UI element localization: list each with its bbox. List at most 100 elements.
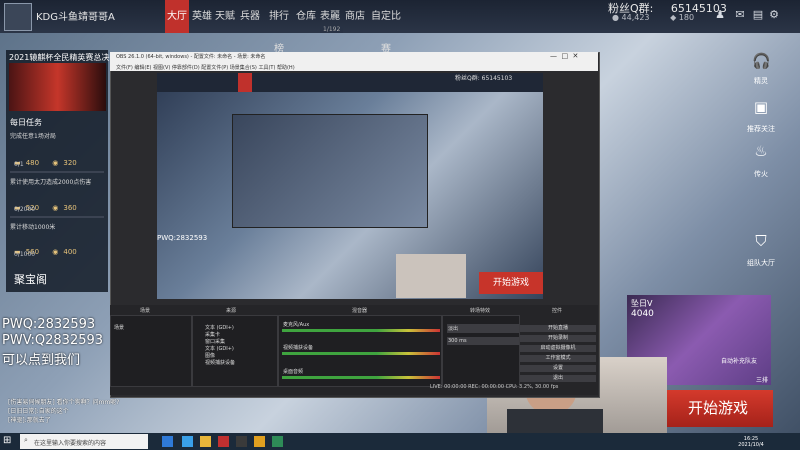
coin-icon: ●	[612, 13, 619, 22]
chat-box: [伤害易伺候朋友] 看你个狗啊？问mm呢? [日旧日常]:自家的这个 [神驱]:…	[8, 397, 268, 433]
streamer-body	[507, 409, 603, 435]
nav-tab-weapons[interactable]: 兵器	[240, 0, 260, 33]
audio-meter	[282, 376, 440, 379]
source-item[interactable]: 文本 (GDI+)	[205, 324, 277, 331]
clock-date: 2021/10/4	[738, 442, 764, 448]
app-icon[interactable]	[218, 436, 229, 447]
overlay-line-3: 可以点到我们	[2, 353, 81, 368]
obs-status-bar: LIVE: 00:00:00 REC: 00:00:00 CPU: 3.2%, …	[430, 384, 559, 390]
nav-tab-heroes[interactable]: 英雄	[192, 0, 212, 33]
scene-item[interactable]: 场景	[114, 324, 191, 331]
start-game-button[interactable]: 开始游戏	[663, 390, 773, 427]
preview-fans-text: 粉丝Q群: 65145103	[455, 75, 513, 82]
auto-fill-teammates[interactable]: 自动补充队友	[721, 356, 757, 365]
studio-mode-button[interactable]: 工作室模式	[520, 355, 596, 362]
audio-meter	[282, 329, 440, 332]
treasure-pavilion-button[interactable]: 聚宝阁	[14, 271, 47, 287]
event-banner[interactable]	[9, 63, 106, 111]
nav-tab-custom-match[interactable]: 自定比赛	[370, 0, 402, 55]
player-name: KDG斗鱼靖哥哥A	[36, 12, 115, 23]
divider	[10, 171, 104, 173]
team-icon[interactable]: ⛉	[752, 232, 770, 250]
divider	[10, 216, 104, 218]
token-icon: ◉	[52, 204, 59, 212]
app-icon[interactable]	[272, 436, 283, 447]
dock-title-sources: 来源	[226, 308, 237, 314]
transition-duration[interactable]: 300 ms	[447, 337, 519, 345]
windows-start-icon[interactable]: ⊞	[3, 435, 15, 447]
settings-gear-icon[interactable]: ⚙	[768, 9, 780, 21]
message-icon[interactable]: ▤	[752, 9, 764, 21]
window-controls[interactable]: — □ ✕	[550, 52, 578, 60]
gem-value: 180	[678, 13, 695, 22]
task-3-reward-b: 400	[63, 248, 77, 256]
settings-button[interactable]: 设置	[520, 365, 596, 372]
right-item-team-lobby[interactable]: 组队大厅	[736, 258, 786, 268]
search-icon: ⌕	[24, 436, 28, 444]
game-app-icon[interactable]	[254, 436, 265, 447]
rank-label: 坠日V	[631, 299, 653, 308]
nav-tab-leaderboard[interactable]: 排行榜	[265, 0, 293, 55]
right-item-follow[interactable]: 推荐关注	[736, 124, 786, 134]
token-icon: ◉	[52, 248, 59, 256]
headset-icon[interactable]: 🎧	[752, 52, 771, 70]
mail-icon[interactable]: ✉	[734, 9, 746, 21]
task-2-text: 累计使用太刀造成2000点伤害	[10, 179, 92, 186]
edge-icon[interactable]	[182, 436, 193, 447]
task-2-reward-b: 360	[63, 204, 77, 212]
source-item[interactable]: 图像	[205, 352, 277, 359]
player-avatar[interactable]	[4, 3, 32, 31]
preview-active-tab	[238, 73, 252, 92]
source-item[interactable]: 窗口采集	[205, 338, 277, 345]
sources-dock[interactable]: 文本 (GDI+) 采集卡 窗口采集 文本 (GDI+) 图像 视频捕获设备	[192, 315, 278, 387]
nav-tab-shop[interactable]: 商店	[345, 0, 365, 33]
dock-title-controls: 控件	[552, 308, 563, 314]
task-view-icon[interactable]	[162, 436, 173, 447]
audio-meter	[282, 352, 440, 355]
source-item[interactable]: 视频捕获设备	[205, 359, 277, 366]
task-3-progress: 0/1000	[14, 251, 36, 258]
coin-value: 44,423	[621, 13, 650, 22]
currency-row: ● 44,423 ◆ 180	[612, 13, 694, 22]
preview-webcam	[396, 254, 466, 298]
close-icon[interactable]: ✕	[573, 52, 579, 60]
nav-tab-storage[interactable]: 仓库	[296, 0, 316, 33]
right-item-elf[interactable]: 精灵	[736, 76, 786, 86]
transitions-dock[interactable]: 淡出 300 ms	[442, 315, 520, 387]
task-1-reward-a: 480	[25, 159, 40, 167]
obs-menu[interactable]: 文件(F) 编辑(E) 视图(V) 停靠部件(D) 配置文件(P) 场景集合(S…	[116, 64, 295, 71]
obs-app-icon[interactable]	[236, 436, 247, 447]
friends-icon[interactable]: ♟	[714, 9, 726, 21]
nav-tab-talents[interactable]: 天赋	[215, 0, 235, 33]
start-recording-button[interactable]: 开始录制	[520, 335, 596, 342]
virtual-camera-button[interactable]: 启动虚拟摄像机	[520, 345, 596, 352]
camera-icon[interactable]: ▣	[752, 98, 770, 116]
preview-start-game: 开始游戏	[479, 272, 543, 294]
source-item[interactable]: 文本 (GDI+)	[205, 345, 277, 352]
transition-select[interactable]: 淡出	[447, 324, 519, 333]
rank-value: 4040	[631, 309, 654, 319]
page-indicator: 1/192	[320, 26, 344, 33]
nav-tab-lobby[interactable]: 大厅	[165, 0, 189, 33]
taskbar-clock[interactable]: 16:25 2021/10/4	[731, 436, 771, 448]
event-title: 2021辕麒杯全民精英赛总决	[9, 53, 110, 62]
exit-button[interactable]: 退出	[520, 375, 596, 382]
source-item[interactable]: 采集卡	[205, 331, 277, 338]
file-explorer-icon[interactable]	[200, 436, 211, 447]
start-streaming-button[interactable]: 开始直播	[520, 325, 596, 332]
search-placeholder: 在这里输入你要搜索的内容	[34, 440, 107, 447]
right-item-fire[interactable]: 传火	[736, 169, 786, 179]
task-3-text: 累计移动1000米	[10, 224, 56, 231]
chat-message: [神驱]:那就去了	[8, 417, 51, 424]
maximize-icon[interactable]: □	[561, 52, 568, 60]
chat-message: [伤害易伺候朋友] 看你个狗啊？问mm呢?	[8, 399, 120, 406]
preview-overlay-text: PWQ:2832593	[157, 234, 208, 242]
overlay-line-2: PWV:Q2832593	[2, 333, 104, 348]
minimize-icon[interactable]: —	[550, 52, 557, 60]
obs-title: OBS 26.1.0 (64-bit, windows) - 配置文件: 未命名…	[116, 54, 266, 60]
trio-mode[interactable]: 三排	[756, 375, 768, 384]
daily-tasks-title: 每日任务	[10, 118, 42, 127]
preview-nested-obs	[232, 114, 428, 228]
flame-icon[interactable]: ♨	[752, 142, 770, 160]
scenes-dock[interactable]: 场景	[110, 315, 192, 387]
